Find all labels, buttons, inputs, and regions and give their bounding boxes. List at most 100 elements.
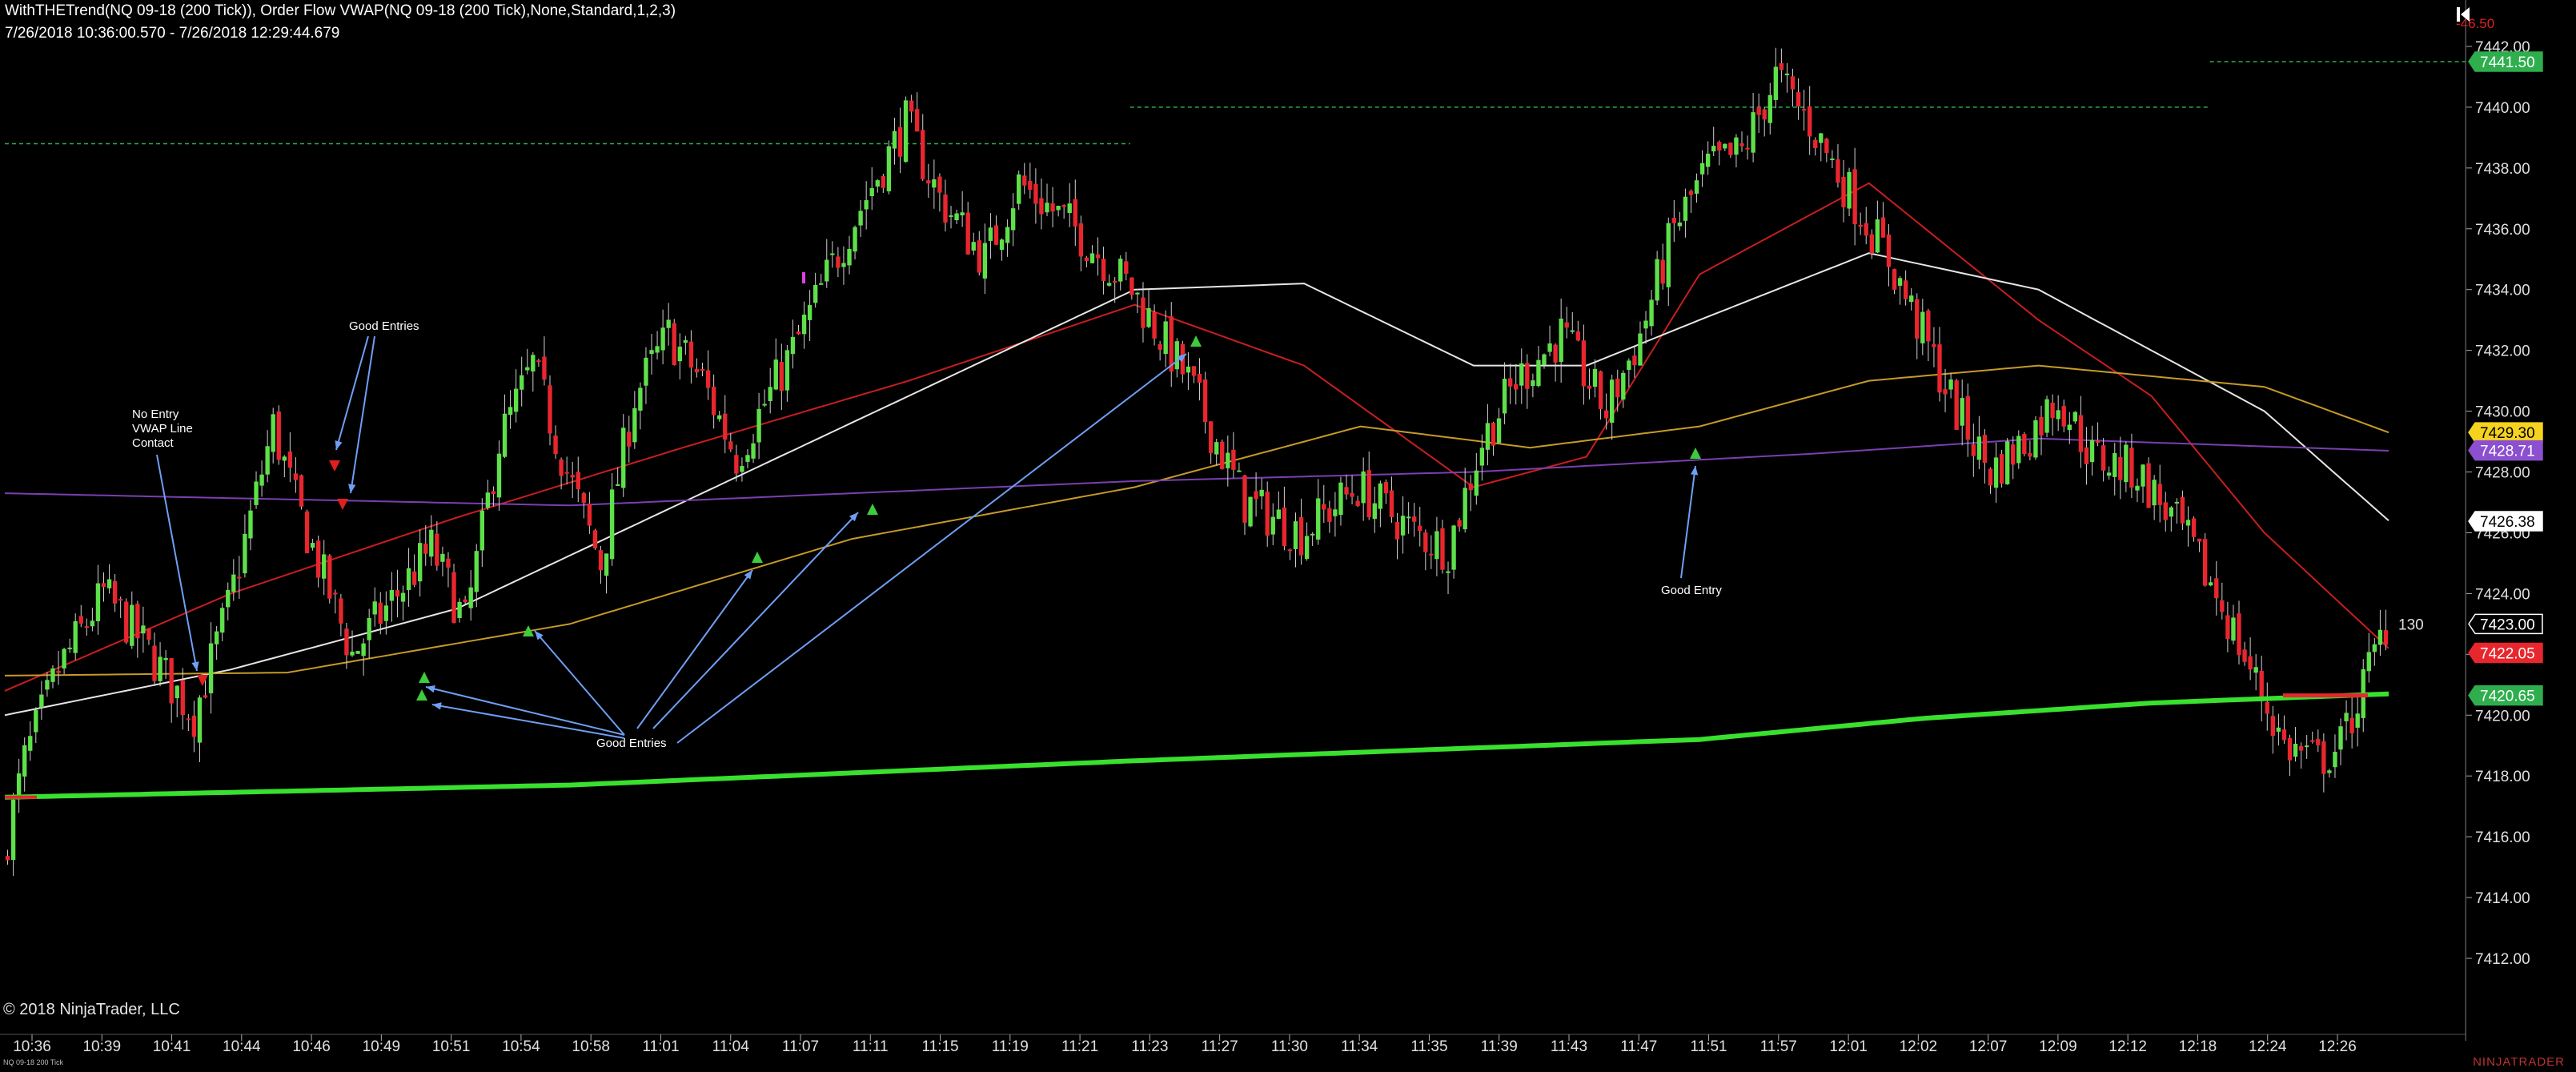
candle [2169, 506, 2173, 532]
time-axis[interactable]: 10:36 10:39 10:41 10:44 10:46 10:49 10:51 10:54… [0, 1034, 2466, 1055]
candle [644, 347, 648, 404]
candle [186, 713, 191, 731]
candle [1169, 302, 1174, 387]
candle [2276, 713, 2281, 746]
candle [22, 737, 27, 792]
candle [677, 333, 682, 379]
candle [1327, 500, 1332, 533]
candle [293, 457, 299, 493]
candle [1333, 492, 1338, 537]
candle [2344, 700, 2349, 741]
candle [1485, 404, 1491, 466]
candle [937, 173, 942, 212]
candle [1423, 529, 1428, 571]
candle [988, 213, 993, 259]
candle [1056, 205, 1061, 217]
candle [2056, 395, 2060, 432]
candle [1033, 168, 1038, 224]
candle [1344, 474, 1349, 500]
candle [949, 206, 953, 229]
candle [2304, 734, 2309, 759]
candle [1677, 211, 1683, 231]
candlestick-chart[interactable]: No EntryVWAP LineContact Good Entries Good… [0, 0, 2576, 1072]
candle [2377, 609, 2383, 656]
candle [1186, 351, 1191, 390]
candle [576, 456, 580, 503]
candle [1304, 522, 1310, 561]
candle [1298, 498, 1304, 565]
x-tick-label: 11:21 [1061, 1038, 1098, 1055]
candle [1536, 346, 1541, 387]
candle [1666, 217, 1671, 307]
candle [1084, 255, 1089, 268]
candle [2135, 478, 2140, 503]
candle [1434, 516, 1439, 576]
candle [1937, 327, 1942, 402]
date-range-header: 7/26/2018 10:36:00.570 - 7/26/2018 12:29… [5, 25, 340, 42]
sell-marker [329, 460, 340, 472]
candle [1022, 163, 1027, 195]
candle [1519, 348, 1524, 404]
candle [2011, 436, 2016, 480]
jump-to-end-icon[interactable] [2454, 5, 2472, 24]
candle [1773, 47, 1779, 109]
candle [1982, 429, 1988, 484]
x-tick-label: 10:44 [223, 1038, 261, 1055]
candle [1259, 478, 1264, 510]
candle [2253, 653, 2258, 691]
candle [1287, 548, 1293, 560]
candle [1581, 324, 1587, 405]
candle [1095, 237, 1101, 276]
candle [2061, 399, 2066, 432]
candle [1897, 275, 1903, 305]
buy-marker [1190, 335, 1202, 347]
candle [440, 546, 445, 576]
candle [395, 569, 400, 618]
candle [1875, 200, 1880, 254]
candle [2355, 694, 2360, 747]
buy-marker [752, 552, 763, 563]
candle [1847, 167, 1852, 217]
candle [784, 345, 790, 402]
candle [1366, 451, 1371, 520]
candle [2383, 609, 2389, 651]
candle [717, 411, 722, 422]
annotation-text: Contact [132, 436, 175, 450]
candle [2163, 492, 2168, 532]
price-axis-panel[interactable] [2466, 0, 2576, 1041]
candle [237, 556, 242, 600]
candle [655, 331, 660, 360]
candle [1638, 321, 1643, 366]
candle [1892, 268, 1897, 295]
candle [627, 416, 632, 463]
x-tick-label: 10:49 [363, 1038, 401, 1055]
candle [372, 587, 377, 627]
candle [1106, 274, 1112, 287]
candle [435, 520, 439, 571]
candle [67, 638, 72, 653]
candle [2141, 464, 2145, 504]
ma-line-1 [4, 182, 2389, 692]
candle [813, 272, 818, 308]
candle [954, 209, 959, 224]
candle [2327, 769, 2332, 778]
candle [666, 303, 671, 346]
candle [2298, 742, 2304, 769]
candle [1214, 439, 1219, 465]
candle [2113, 443, 2117, 496]
candles [5, 47, 2389, 877]
candle [790, 319, 796, 369]
candle [2209, 576, 2213, 587]
candle [1265, 481, 1270, 547]
candle [231, 559, 236, 601]
candle [1609, 374, 1615, 440]
candle [982, 223, 988, 294]
candle [1779, 48, 1784, 83]
candle [705, 350, 711, 400]
candle [84, 618, 90, 636]
candle [1191, 366, 1197, 383]
x-tick-label: 10:58 [572, 1038, 610, 1055]
candle [1988, 467, 1993, 494]
x-tick-label: 11:23 [1131, 1038, 1168, 1055]
candle [2191, 516, 2197, 542]
